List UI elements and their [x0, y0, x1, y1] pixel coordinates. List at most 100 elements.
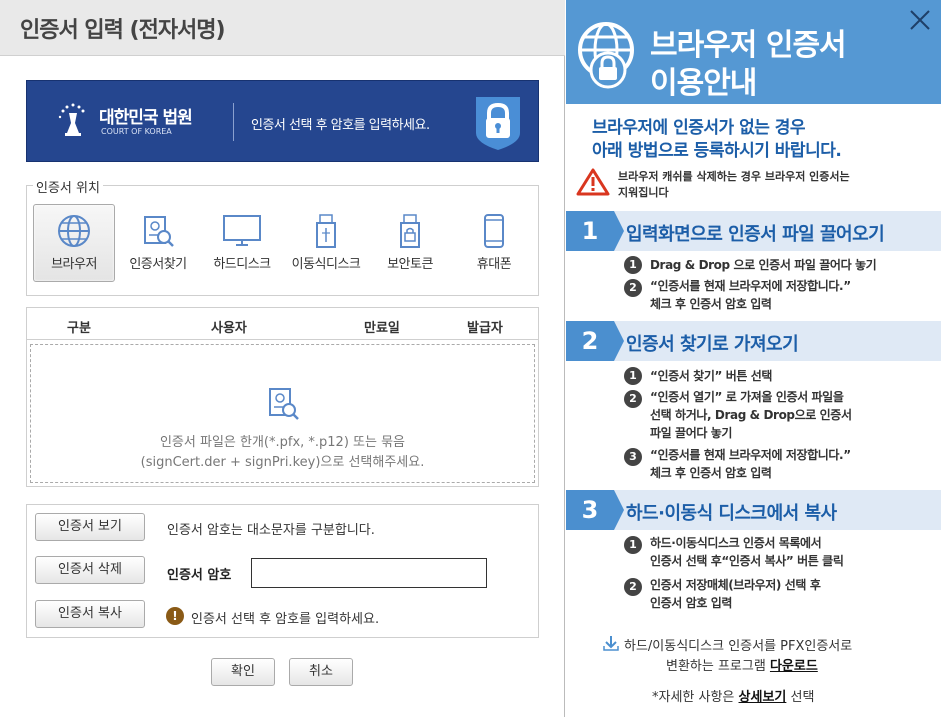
location-phone-button[interactable]: 휴대폰 [453, 204, 535, 282]
location-label: 휴대폰 [476, 257, 512, 272]
step-bullet: 1 [624, 256, 642, 274]
location-label: 인증서찾기 [129, 257, 187, 272]
certificate-drop-zone[interactable]: 인증서 파일은 한개(*.pfx, *.p12) 또는 묶음 (signCert… [30, 344, 535, 483]
step-item-text: 인증서 선택 후“인증서 복사” 버튼 클릭 [650, 554, 844, 568]
step-bullet: 2 [624, 578, 642, 596]
browser-certificate-guide: 브라우저 인증서 이용안내 브라우저에 인증서가 없는 경우 아래 방법으로 등… [566, 0, 941, 717]
location-harddisk-button[interactable]: 하드디스크 [201, 204, 283, 282]
column-user: 사용자 [211, 321, 247, 336]
download-text: 하드/이동식디스크 인증서를 PFX인증서로 [624, 639, 853, 654]
step-item-text: 인증서 암호 입력 [650, 596, 733, 610]
step-item-text: 체크 후 인증서 암호 입력 [650, 466, 772, 480]
phone-icon [484, 214, 504, 248]
step-arrow [614, 321, 624, 361]
usb-icon [316, 214, 336, 248]
cache-warning-text: 브라우저 캐쉬를 삭제하는 경우 브라우저 인증서는 [618, 170, 850, 183]
court-name-english: COURT OF KOREA [101, 127, 172, 136]
delete-certificate-button[interactable]: 인증서 삭제 [35, 556, 145, 584]
dialog-title: 인증서 입력 (전자서명) [20, 18, 226, 43]
step-item-text: “인증서 열기” 로 가져올 인증서 파일을 [650, 390, 844, 404]
detail-suffix: 선택 [786, 690, 815, 705]
step-item-text: “인증서를 현재 브라우저에 저장합니다.” [650, 448, 851, 462]
globe-icon [58, 215, 90, 247]
location-label: 브라우저 [51, 257, 97, 272]
step-title: 하드·이동식 디스크에서 복사 [626, 503, 837, 524]
warning-message: 인증서 선택 후 암호를 입력하세요. [191, 612, 380, 627]
step-title: 인증서 찾기로 가져오기 [626, 334, 799, 355]
location-token-button[interactable]: 보안토큰 [369, 204, 451, 282]
guide-header: 브라우저 인증서 이용안내 [566, 0, 941, 104]
download-icon [603, 636, 619, 651]
step-item-text: 파일 끌어다 놓기 [650, 426, 733, 440]
table-header: 구분 사용자 만료일 발급자 [27, 308, 538, 340]
guide-title: 이용안내 [650, 66, 757, 101]
step-number: 1 [566, 211, 614, 251]
certificate-search-icon [269, 388, 299, 420]
close-icon[interactable] [908, 8, 932, 32]
step-2-header: 2 인증서 찾기로 가져오기 [566, 321, 941, 361]
dialog-title-bar: 인증서 입력 (전자서명) [0, 0, 565, 56]
alert-triangle-icon [576, 168, 610, 196]
drop-zone-text: 인증서 파일은 한개(*.pfx, *.p12) 또는 묶음 [159, 435, 406, 450]
step-item-text: “인증서를 현재 브라우저에 저장합니다.” [650, 279, 851, 293]
location-legend: 인증서 위치 [33, 177, 103, 196]
token-icon [400, 214, 420, 248]
step-arrow [614, 211, 624, 251]
globe-lock-icon [578, 22, 634, 89]
location-removable-button[interactable]: 이동식디스크 [285, 204, 367, 282]
shield-lock-icon [476, 97, 520, 150]
cancel-button[interactable]: 취소 [289, 658, 353, 686]
location-label: 하드디스크 [213, 257, 271, 272]
download-link[interactable]: 다운로드 [770, 659, 818, 674]
step-number: 2 [566, 321, 614, 361]
banner-message: 인증서 선택 후 암호를 입력하세요. [251, 118, 430, 133]
step-1-header: 1 입력화면으로 인증서 파일 끌어오기 [566, 211, 941, 251]
download-prefix: 변환하는 프로그램 [666, 659, 770, 674]
copy-certificate-button[interactable]: 인증서 복사 [35, 600, 145, 628]
certificate-actions-panel: 인증서 보기 인증서 암호는 대소문자를 구분합니다. 인증서 삭제 인증서 암… [26, 504, 539, 638]
password-label: 인증서 암호 [167, 568, 232, 583]
court-emblem-icon [58, 103, 85, 136]
certificate-table: 구분 사용자 만료일 발급자 인증서 파일은 한개(*.pfx, *.p12) … [26, 307, 539, 487]
step-3-header: 3 하드·이동식 디스크에서 복사 [566, 490, 941, 530]
column-issuer: 발급자 [467, 321, 503, 336]
view-certificate-button[interactable]: 인증서 보기 [35, 513, 145, 541]
certificate-search-icon [144, 216, 174, 247]
ok-button[interactable]: 확인 [211, 658, 275, 686]
case-sensitive-note: 인증서 암호는 대소문자를 구분합니다. [167, 523, 375, 538]
step-item-text: 하드·이동식디스크 인증서 목록에서 [650, 536, 822, 550]
step-bullet: 2 [624, 390, 642, 408]
step-bullet: 3 [624, 448, 642, 466]
step-item-text: 체크 후 인증서 암호 입력 [650, 297, 772, 311]
location-label: 보안토큰 [387, 257, 433, 272]
step-bullet: 1 [624, 367, 642, 385]
step-arrow [614, 490, 624, 530]
step-number: 3 [566, 490, 614, 530]
step-item-text: Drag & Drop 으로 인증서 파일 끌어다 놓기 [650, 258, 877, 272]
step-item-text: “인증서 찾기” 버튼 선택 [650, 369, 773, 383]
banner-divider [233, 103, 234, 141]
location-cert-search-button[interactable]: 인증서찾기 [117, 204, 199, 282]
download-text: 변환하는 프로그램 다운로드 [666, 655, 818, 674]
column-type: 구분 [67, 321, 91, 336]
certificate-password-input[interactable] [251, 558, 487, 588]
detail-text: *자세한 사항은 상세보기 선택 [652, 686, 814, 705]
cache-warning-text: 지워집니다 [618, 186, 669, 199]
court-name: 대한민국 법원 [99, 108, 193, 128]
certificate-dialog: 인증서 입력 (전자서명) 대한민국 법원 COURT OF KOREA 인증서… [0, 0, 565, 717]
step-bullet: 1 [624, 536, 642, 554]
step-item-text: 인증서 저장매체(브라우저) 선택 후 [650, 578, 821, 592]
certificate-location-group: 인증서 위치 브라우저 인증서찾기 하드디스크 이동식디스크 보안토큰 휴대폰 [26, 177, 539, 296]
location-label: 이동식디스크 [291, 257, 361, 272]
column-expiry: 만료일 [364, 321, 400, 336]
detail-prefix: *자세한 사항은 [652, 690, 739, 705]
detail-link[interactable]: 상세보기 [739, 690, 787, 705]
location-browser-button[interactable]: 브라우저 [33, 204, 115, 282]
step-title: 입력화면으로 인증서 파일 끌어오기 [626, 224, 885, 245]
court-banner: 대한민국 법원 COURT OF KOREA 인증서 선택 후 암호를 입력하세… [26, 80, 539, 162]
monitor-icon [223, 215, 261, 246]
step-item-text: 선택 하거나, Drag & Drop으로 인증서 [650, 408, 852, 422]
drop-zone-text: (signCert.der + signPri.key)으로 선택해주세요. [140, 455, 425, 470]
guide-intro: 브라우저에 인증서가 없는 경우 [592, 118, 806, 138]
guide-intro: 아래 방법으로 등록하시기 바랍니다. [592, 141, 842, 161]
